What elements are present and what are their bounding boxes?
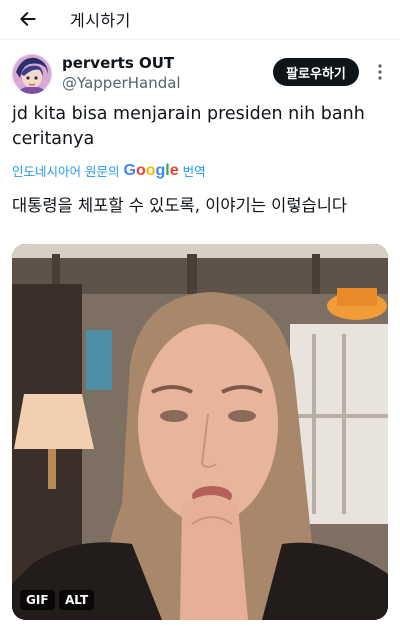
translation-suffix: 번역 xyxy=(182,164,206,179)
post-header: perverts OUT @YapperHandal 팔로우하기 xyxy=(0,48,400,98)
translated-text: 대통령을 체포할 수 있도록, 이야기는 이렇습니다 xyxy=(12,196,348,215)
google-letter: G xyxy=(123,161,136,179)
gif-badge: GIF xyxy=(20,590,55,610)
google-logo: Google xyxy=(123,162,178,180)
gif-frame-image xyxy=(12,244,388,620)
follow-button[interactable]: 팔로우하기 xyxy=(273,58,359,86)
avatar[interactable] xyxy=(12,54,52,94)
page-title: 게시하기 xyxy=(70,11,131,30)
author-handle[interactable]: @YapperHandal xyxy=(62,74,181,92)
google-letter: e xyxy=(169,161,179,179)
arrow-left-icon xyxy=(20,12,36,26)
more-options-button[interactable] xyxy=(370,60,390,84)
top-bar: 게시하기 xyxy=(0,0,400,40)
translation-attribution[interactable]: 인도네시아어 원문의 Google 번역 xyxy=(12,161,206,180)
google-letter: o xyxy=(135,161,146,179)
post-text: jd kita bisa menjarain presiden nih banh… xyxy=(12,104,365,149)
google-letter: o xyxy=(145,161,156,179)
more-vertical-icon xyxy=(378,64,382,80)
translation-prefix: 인도네시아어 원문의 xyxy=(12,164,120,179)
author-name[interactable]: perverts OUT xyxy=(62,54,174,72)
back-button[interactable] xyxy=(14,5,42,33)
alt-text-button[interactable]: ALT xyxy=(59,590,95,610)
post-media-gif[interactable]: GIF ALT xyxy=(12,244,388,620)
google-letter: g xyxy=(155,161,166,179)
